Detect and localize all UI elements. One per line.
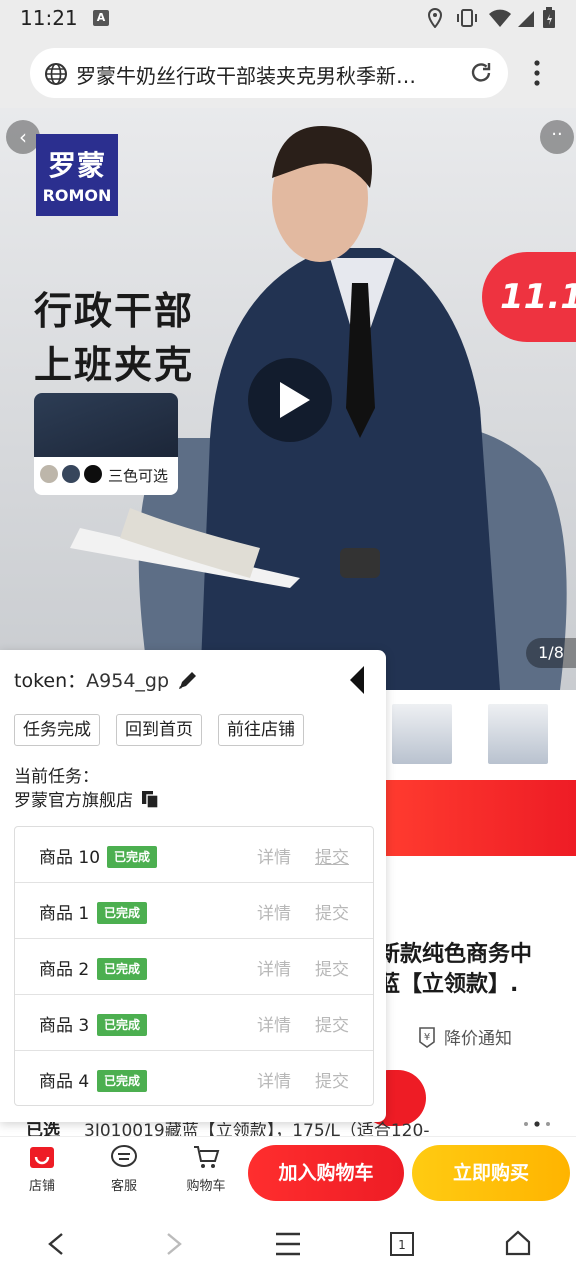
globe-icon bbox=[45, 63, 67, 85]
brand-logo: 罗蒙 ROMON bbox=[36, 134, 118, 216]
nav-back-icon[interactable] bbox=[44, 1230, 68, 1258]
promo-1111-badge: 11.11 bbox=[482, 252, 576, 342]
nav-home-icon[interactable] bbox=[504, 1228, 532, 1258]
swatch-khaki bbox=[40, 465, 58, 483]
spec-more-icon[interactable] bbox=[522, 1120, 552, 1128]
detail-link[interactable]: 详情 bbox=[257, 955, 291, 980]
status-badge: 已完成 bbox=[107, 846, 158, 868]
color-swatch-card: 三色可选 bbox=[34, 393, 178, 495]
cart-tab[interactable]: 购物车 bbox=[178, 1143, 234, 1194]
more-menu-icon[interactable] bbox=[528, 58, 546, 88]
status-badge: 已完成 bbox=[97, 1070, 148, 1092]
chat-icon bbox=[111, 1145, 137, 1167]
submit-link[interactable]: 提交 bbox=[315, 955, 349, 980]
task-row: 商品 3 已完成 详情 提交 bbox=[15, 995, 373, 1051]
task-name: 商品 1 bbox=[39, 904, 90, 924]
more-overlay-button[interactable]: ·· bbox=[540, 120, 574, 154]
svg-text:1: 1 bbox=[398, 1238, 406, 1252]
swatch-black bbox=[84, 465, 102, 483]
status-badge: 已完成 bbox=[97, 902, 148, 924]
bottom-action-bar: 店铺 客服 购物车 加入购物车 立即购买 bbox=[0, 1136, 576, 1208]
token-line: token：A954_gp bbox=[14, 666, 169, 693]
task-complete-button[interactable]: 任务完成 bbox=[14, 714, 100, 746]
reload-icon[interactable] bbox=[468, 60, 494, 86]
play-icon bbox=[280, 382, 310, 418]
detail-link[interactable]: 详情 bbox=[257, 899, 291, 924]
svg-text:¥: ¥ bbox=[424, 1032, 430, 1043]
submit-link[interactable]: 提交 bbox=[315, 1011, 349, 1036]
status-time: 11:21 bbox=[20, 6, 78, 30]
product-image-carousel[interactable]: ‹ ·· 罗蒙 ROMON 行政干部 上班夹克 三色可选 11.11 1/8 bbox=[0, 108, 576, 690]
task-name: 商品 4 bbox=[39, 1072, 90, 1092]
shop-tab[interactable]: 店铺 bbox=[14, 1143, 70, 1194]
status-bar: 11:21 A bbox=[0, 0, 576, 36]
back-home-button[interactable]: 回到首页 bbox=[116, 714, 202, 746]
back-overlay-button[interactable]: ‹ bbox=[6, 120, 40, 154]
collar-closeup bbox=[34, 393, 178, 457]
shop-icon bbox=[30, 1147, 54, 1168]
price-drop-notify[interactable]: 降价通知 bbox=[444, 1024, 512, 1049]
task-row: 商品 10 已完成 详情 提交 bbox=[15, 827, 373, 883]
task-name: 商品 10 bbox=[39, 848, 101, 868]
promo-banner bbox=[386, 780, 576, 856]
variant-thumb-2[interactable] bbox=[488, 704, 548, 764]
token-label: token： bbox=[14, 670, 87, 692]
play-video-button[interactable] bbox=[248, 358, 332, 442]
browser-toolbar: 罗蒙牛奶丝行政干部装夹克男秋季新… bbox=[0, 36, 576, 108]
headline-line-2: 上班夹克 bbox=[34, 343, 195, 387]
image-counter: 1/8 bbox=[526, 638, 576, 668]
accessibility-icon: A bbox=[93, 10, 109, 26]
current-task-label: 当前任务： bbox=[14, 767, 99, 787]
price-tag-icon: ¥ bbox=[419, 1027, 435, 1048]
submit-link[interactable]: 提交 bbox=[315, 1067, 349, 1092]
variant-thumb-1[interactable] bbox=[392, 704, 452, 764]
customer-service-tab[interactable]: 客服 bbox=[96, 1143, 152, 1194]
detail-link[interactable]: 详情 bbox=[257, 1011, 291, 1036]
battery-icon bbox=[543, 7, 555, 28]
submit-link[interactable]: 提交 bbox=[315, 899, 349, 924]
task-panel: token：A954_gp 任务完成 回到首页 前往店铺 当前任务： 罗蒙官方旗… bbox=[0, 650, 386, 1122]
edit-pencil-icon[interactable] bbox=[176, 668, 200, 692]
current-task-value: 罗蒙官方旗舰店 bbox=[14, 786, 160, 811]
add-to-cart-button[interactable]: 加入购物车 bbox=[248, 1145, 404, 1201]
vibrate-icon bbox=[457, 9, 477, 27]
cart-icon bbox=[194, 1146, 220, 1168]
browser-nav-bar: 1 bbox=[0, 1208, 576, 1280]
task-name: 商品 3 bbox=[39, 1016, 90, 1036]
swatch-label: 三色可选 bbox=[108, 467, 169, 485]
token-value: A954_gp bbox=[86, 670, 170, 692]
status-badge: 已完成 bbox=[97, 958, 148, 980]
product-title: 新款纯色商务中 蓝【立领款】. bbox=[378, 942, 533, 997]
detail-link[interactable]: 详情 bbox=[257, 843, 291, 868]
task-row: 商品 2 已完成 详情 提交 bbox=[15, 939, 373, 995]
submit-link[interactable]: 提交 bbox=[315, 843, 349, 868]
go-to-store-button[interactable]: 前往店铺 bbox=[218, 714, 304, 746]
detail-link[interactable]: 详情 bbox=[257, 1067, 291, 1092]
task-row: 商品 4 已完成 详情 提交 bbox=[15, 1051, 373, 1105]
signal-icon bbox=[518, 11, 534, 27]
copy-icon[interactable] bbox=[140, 789, 160, 809]
task-list: 商品 10 已完成 详情 提交 商品 1 已完成 详情 提交 商品 2 已完成 … bbox=[14, 826, 374, 1106]
nav-tabs-icon[interactable]: 1 bbox=[388, 1230, 416, 1258]
status-badge: 已完成 bbox=[97, 1014, 148, 1036]
wifi-icon bbox=[489, 9, 511, 27]
nav-menu-icon[interactable] bbox=[274, 1230, 302, 1258]
task-row: 商品 1 已完成 详情 提交 bbox=[15, 883, 373, 939]
nav-forward-icon[interactable] bbox=[162, 1230, 186, 1258]
swatch-navy bbox=[62, 465, 80, 483]
task-name: 商品 2 bbox=[39, 960, 90, 980]
location-icon bbox=[427, 8, 443, 28]
headline-line-1: 行政干部 bbox=[34, 289, 195, 333]
collapse-panel-icon[interactable] bbox=[346, 664, 368, 696]
page-title-url[interactable]: 罗蒙牛奶丝行政干部装夹克男秋季新… bbox=[76, 60, 448, 89]
buy-now-button[interactable]: 立即购买 bbox=[412, 1145, 570, 1201]
